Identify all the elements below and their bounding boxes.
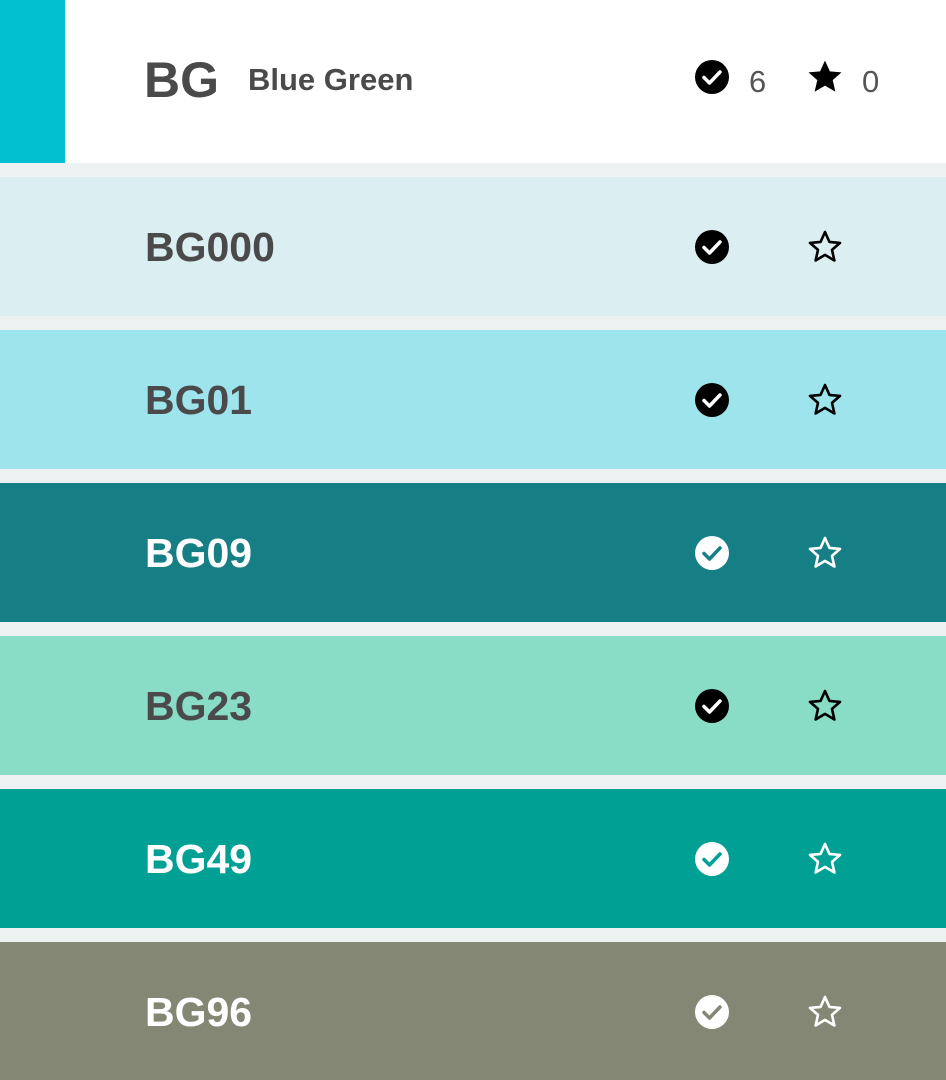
- app: BG Blue Green 6 0 BG000 BG01 BG09 BG23 BG49 B…: [0, 0, 946, 1080]
- color-row-bg96[interactable]: BG96: [0, 942, 946, 1080]
- color-row-bg23[interactable]: BG23: [0, 636, 946, 775]
- owned-check-icon[interactable]: [693, 687, 731, 725]
- group-color-swatch: [0, 0, 65, 163]
- color-code-label: BG000: [145, 224, 275, 270]
- owned-check-icon[interactable]: [693, 534, 731, 572]
- star-filled-icon: [808, 60, 842, 92]
- owned-check-icon[interactable]: [693, 381, 731, 419]
- color-row-bg000[interactable]: BG000: [0, 177, 946, 316]
- color-row-bg01[interactable]: BG01: [0, 330, 946, 469]
- group-name: Blue Green: [248, 62, 414, 97]
- color-group-header: BG Blue Green 6 0: [0, 0, 946, 163]
- owned-check-icon[interactable]: [693, 993, 731, 1031]
- color-code-label: BG23: [145, 683, 253, 729]
- favorite-star-icon[interactable]: [806, 840, 844, 878]
- favorite-count: 0: [862, 64, 880, 99]
- color-code-label: BG96: [145, 989, 253, 1035]
- owned-count: 6: [749, 64, 767, 99]
- favorite-star-icon[interactable]: [806, 534, 844, 572]
- color-list: BG000 BG01 BG09 BG23 BG49 BG96: [0, 163, 946, 1080]
- favorite-star-icon[interactable]: [806, 381, 844, 419]
- color-row-bg49[interactable]: BG49: [0, 789, 946, 928]
- color-code-label: BG49: [145, 836, 253, 882]
- color-row-bg09[interactable]: BG09: [0, 483, 946, 622]
- color-code-label: BG09: [145, 530, 253, 576]
- check-circle-icon: [695, 60, 729, 94]
- owned-check-icon[interactable]: [693, 840, 731, 878]
- owned-check-icon[interactable]: [693, 228, 731, 266]
- favorite-star-icon[interactable]: [806, 687, 844, 725]
- group-code: BG: [144, 52, 219, 108]
- favorite-star-icon[interactable]: [806, 228, 844, 266]
- favorite-star-icon[interactable]: [806, 993, 844, 1031]
- color-code-label: BG01: [145, 377, 253, 423]
